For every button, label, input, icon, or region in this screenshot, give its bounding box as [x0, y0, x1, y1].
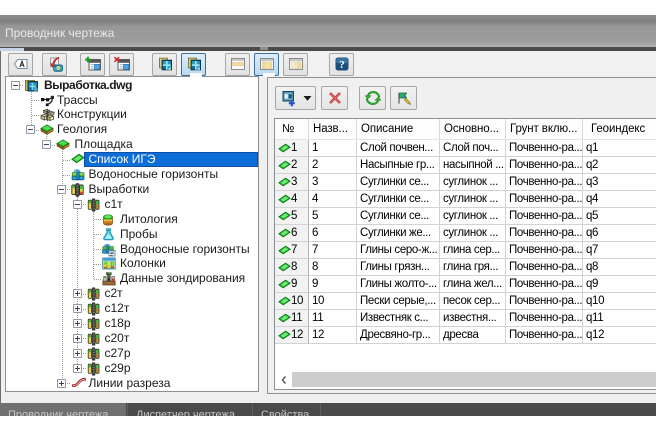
svg-text:?: ? [339, 59, 345, 71]
